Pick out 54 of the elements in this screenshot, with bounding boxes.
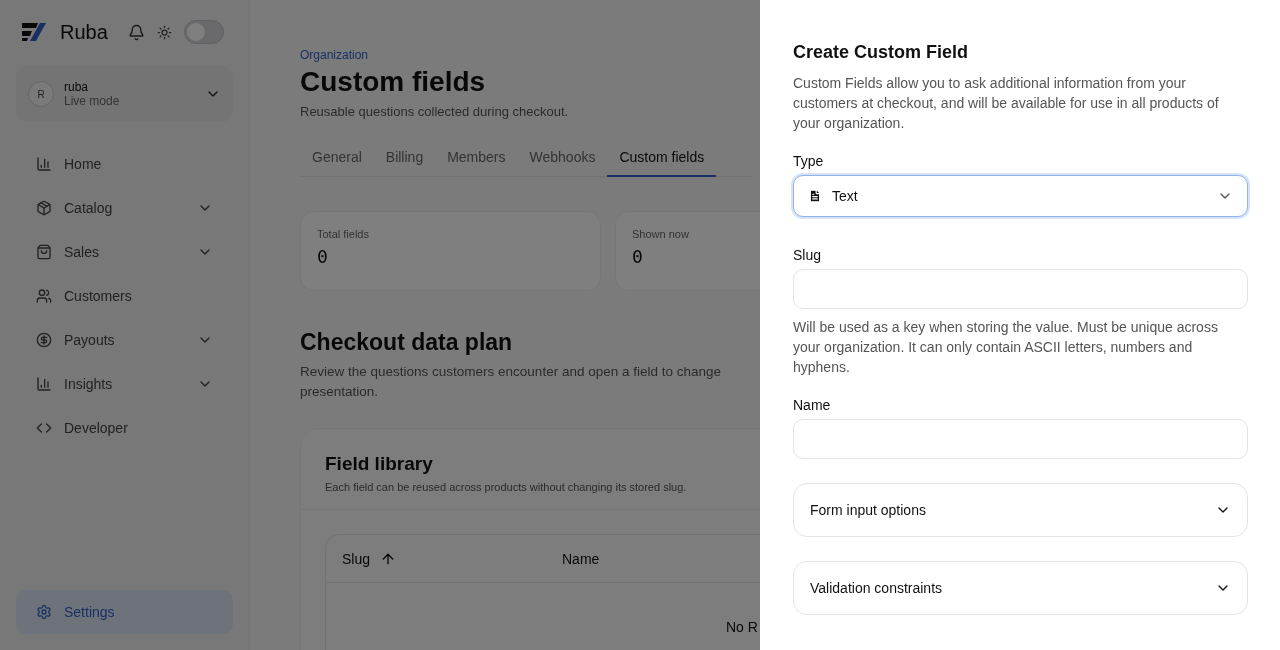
name-input[interactable] [793,419,1248,459]
section-description: Review the questions customers encounter and open a field to change presentation. [300,363,723,401]
settings-icon [36,604,52,620]
bar-chart-icon [36,156,52,172]
tab[interactable]: Billing [373,141,436,177]
stat-value: 0 [317,246,328,267]
code-icon [36,420,52,436]
account-switcher[interactable]: R ruba Live mode [16,66,233,122]
bag-icon [36,244,52,260]
dollar-icon [36,332,52,348]
account-mode: Live mode [64,94,121,108]
nav-item[interactable]: Insights [16,362,233,406]
slug-input[interactable] [793,269,1248,309]
empty-message: No R [726,619,758,635]
stat-label: Total fields [317,228,370,240]
logo-icon [20,21,48,43]
help-text: Will be used as a key when storing the value. Must be unique across your organization. It can only contain ASCII letters, numbers and hyphens. [793,318,1219,377]
box-icon [36,200,52,216]
field-label: Type [793,153,825,169]
page-title: Custom fields [300,66,486,98]
nav-item[interactable]: Developer [16,406,233,450]
stat-label: Shown now [632,228,690,240]
drawer-description: Custom Fields allow you to ask additional information from your customers at checkout, and will be available for use in all products of your organization. [793,74,1220,133]
nav-item[interactable]: Customers [16,274,233,318]
avatar: R [28,81,54,107]
nav-item[interactable]: Home [16,142,233,186]
bar-chart-icon [36,376,52,392]
theme-toggle[interactable] [183,20,224,44]
account-name: ruba [64,80,90,94]
nav-item[interactable]: Sales [16,230,233,274]
nav-item[interactable]: Settings [16,590,233,634]
type-select[interactable]: Text [793,175,1248,217]
stat-value: 0 [632,246,643,267]
sun-icon [156,24,172,40]
section-title: Checkout data plan [300,329,513,356]
field-label: Name [793,397,832,413]
tab[interactable]: Custom fields [607,141,717,177]
people-icon [36,288,52,304]
card-description: Each field can be reused across products without changing its stored slug. [325,481,688,493]
tab[interactable]: Members [435,141,518,177]
document-icon [808,189,822,203]
nav-item[interactable]: Payouts [16,318,233,362]
brand-name: Ruba [60,20,108,44]
drawer-title: Create Custom Field [793,42,970,63]
nav-item[interactable]: Catalog [16,186,233,230]
card-title: Field library [325,453,434,475]
column-header[interactable]: Name [562,550,600,567]
tab[interactable]: General [300,141,374,177]
bell-icon[interactable] [127,23,145,41]
tab[interactable]: Webhooks [517,141,608,177]
accordion-header[interactable]: Validation constraints [793,561,1248,615]
field-label: Slug [793,247,823,263]
column-header[interactable]: Slug [342,550,371,567]
accordion-header[interactable]: Form input options [793,483,1248,537]
